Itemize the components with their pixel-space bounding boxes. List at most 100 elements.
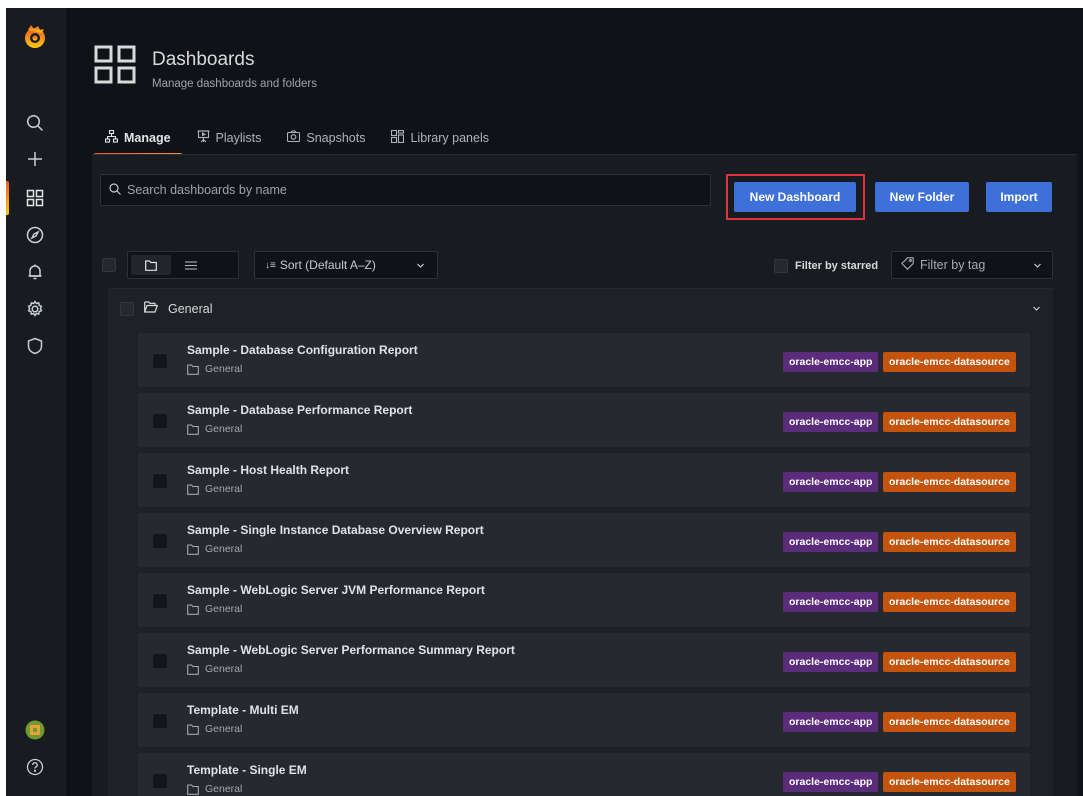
search-icon[interactable] xyxy=(20,108,50,138)
row-folder-label: General xyxy=(187,363,242,375)
dashboard-title[interactable]: Sample - Host Health Report xyxy=(187,463,349,477)
dashboard-row[interactable]: Template - Multi EM General oracle-emcc-ap… xyxy=(138,693,1030,747)
tag-badge[interactable]: oracle-emcc-app xyxy=(783,592,879,612)
app-window: Dashboards Manage dashboards and folders… xyxy=(6,8,1083,796)
folder-icon xyxy=(187,543,199,555)
folder-view-button[interactable] xyxy=(131,255,171,275)
dashboards-header-icon xyxy=(94,45,136,88)
folder-header[interactable]: General xyxy=(120,301,212,316)
tag-badge[interactable]: oracle-emcc-datasource xyxy=(883,472,1016,492)
tag-badge[interactable]: oracle-emcc-datasource xyxy=(883,652,1016,672)
tag-badge[interactable]: oracle-emcc-app xyxy=(783,472,879,492)
tag-badge[interactable]: oracle-emcc-app xyxy=(783,652,879,672)
plus-icon[interactable] xyxy=(20,144,50,174)
row-folder-label: General xyxy=(187,723,242,735)
dashboard-row[interactable]: Sample - Database Configuration Report Ge… xyxy=(138,333,1030,387)
help-icon[interactable] xyxy=(20,752,50,782)
tag-badge[interactable]: oracle-emcc-datasource xyxy=(883,352,1016,372)
grafana-logo-icon[interactable] xyxy=(20,22,50,52)
folder-icon xyxy=(145,259,157,271)
dashboard-row[interactable]: Sample - WebLogic Server Performance Sum… xyxy=(138,633,1030,687)
row-folder-name: General xyxy=(205,603,243,615)
new-dashboard-button[interactable]: New Dashboard xyxy=(734,182,856,212)
dashboard-title[interactable]: Sample - Single Instance Database Overvi… xyxy=(187,523,484,537)
filter-starred[interactable]: Filter by starred xyxy=(774,259,878,273)
dashboards-icon[interactable] xyxy=(20,183,50,213)
tab-snapshots[interactable]: Snapshots xyxy=(274,124,378,151)
alerting-icon[interactable] xyxy=(20,257,50,287)
dashboard-row[interactable]: Sample - Single Instance Database Overvi… xyxy=(138,513,1030,567)
dashboard-row[interactable]: Sample - Database Performance Report Gene… xyxy=(138,393,1030,447)
folder-icon xyxy=(187,663,199,675)
row-folder-label: General xyxy=(187,783,242,795)
dashboard-title[interactable]: Template - Single EM xyxy=(187,763,307,777)
row-folder-name: General xyxy=(205,363,243,375)
row-folder-label: General xyxy=(187,543,242,555)
sort-icon: ↓≡ xyxy=(265,259,276,271)
dashboard-row[interactable]: Template - Single EM General oracle-emcc-a… xyxy=(138,753,1030,796)
row-checkbox[interactable] xyxy=(153,414,167,428)
search-input[interactable] xyxy=(127,183,687,197)
folder-icon xyxy=(187,423,199,435)
tag-badge[interactable]: oracle-emcc-app xyxy=(783,532,879,552)
row-checkbox[interactable] xyxy=(153,594,167,608)
explore-icon[interactable] xyxy=(20,220,50,250)
dashboard-row[interactable]: Sample - WebLogic Server JVM Performance… xyxy=(138,573,1030,627)
row-checkbox[interactable] xyxy=(153,354,167,368)
row-checkbox[interactable] xyxy=(153,714,167,728)
sort-label: Sort (Default A–Z) xyxy=(279,258,376,272)
tag-badge[interactable]: oracle-emcc-datasource xyxy=(883,412,1016,432)
starred-checkbox[interactable] xyxy=(774,259,788,273)
tag-badge[interactable]: oracle-emcc-datasource xyxy=(883,772,1016,792)
row-checkbox[interactable] xyxy=(153,774,167,788)
folder-icon xyxy=(187,363,199,375)
tag-badge[interactable]: oracle-emcc-app xyxy=(783,772,879,792)
tag-filter-label: Filter by tag xyxy=(920,258,986,272)
shield-icon[interactable] xyxy=(20,331,50,361)
dashboard-title[interactable]: Sample - Database Performance Report xyxy=(187,403,412,417)
settings-icon[interactable] xyxy=(20,294,50,324)
import-button[interactable]: Import xyxy=(986,182,1052,212)
row-checkbox[interactable] xyxy=(153,474,167,488)
dashboard-title[interactable]: Template - Multi EM xyxy=(187,703,299,717)
sidebar xyxy=(6,8,66,796)
tab-playlists[interactable]: Playlists xyxy=(184,124,275,151)
select-all-checkbox[interactable] xyxy=(102,258,116,272)
row-checkbox[interactable] xyxy=(153,654,167,668)
row-folder-label: General xyxy=(187,663,242,675)
dashboard-title[interactable]: Sample - WebLogic Server JVM Performance… xyxy=(187,583,485,597)
chevron-down-icon[interactable] xyxy=(1032,301,1041,316)
tag-badge[interactable]: oracle-emcc-app xyxy=(783,412,879,432)
tag-icon xyxy=(901,257,914,273)
tab-label: Library panels xyxy=(410,130,489,145)
tag-badge[interactable]: oracle-emcc-datasource xyxy=(883,592,1016,612)
list-view-button[interactable] xyxy=(171,252,211,278)
tag-badge[interactable]: oracle-emcc-app xyxy=(783,352,879,372)
user-avatar-icon[interactable] xyxy=(20,715,50,745)
folder-open-icon xyxy=(144,301,159,316)
dashboard-row[interactable]: Sample - Host Health Report General oracle… xyxy=(138,453,1030,507)
folder-checkbox[interactable] xyxy=(120,301,134,316)
folder-section: General Sample - Database Configuration … xyxy=(108,288,1053,796)
row-checkbox[interactable] xyxy=(153,534,167,548)
camera-icon xyxy=(287,129,301,146)
dashboard-title[interactable]: Sample - WebLogic Server Performance Sum… xyxy=(187,643,515,657)
tab-manage[interactable]: Manage xyxy=(92,124,184,156)
tag-badge[interactable]: oracle-emcc-app xyxy=(783,712,879,732)
row-folder-name: General xyxy=(205,663,243,675)
chevron-down-icon xyxy=(416,259,425,273)
tag-badge[interactable]: oracle-emcc-datasource xyxy=(883,712,1016,732)
tab-library-panels[interactable]: Library panels xyxy=(378,124,502,151)
sort-select[interactable]: ↓≡ Sort (Default A–Z) xyxy=(254,251,438,279)
dashboard-title[interactable]: Sample - Database Configuration Report xyxy=(187,343,418,357)
tag-badge[interactable]: oracle-emcc-datasource xyxy=(883,532,1016,552)
tab-label: Playlists xyxy=(215,130,262,145)
folder-icon xyxy=(187,483,199,495)
tag-filter-select[interactable]: Filter by tag xyxy=(891,251,1053,279)
chevron-down-icon xyxy=(1033,259,1042,273)
new-folder-button[interactable]: New Folder xyxy=(875,182,969,212)
manage-panel: New Dashboard New Folder Import ↓≡ Sort … xyxy=(92,155,1077,796)
folder-icon xyxy=(187,603,199,615)
row-folder-label: General xyxy=(187,423,242,435)
row-folder-name: General xyxy=(205,423,243,435)
